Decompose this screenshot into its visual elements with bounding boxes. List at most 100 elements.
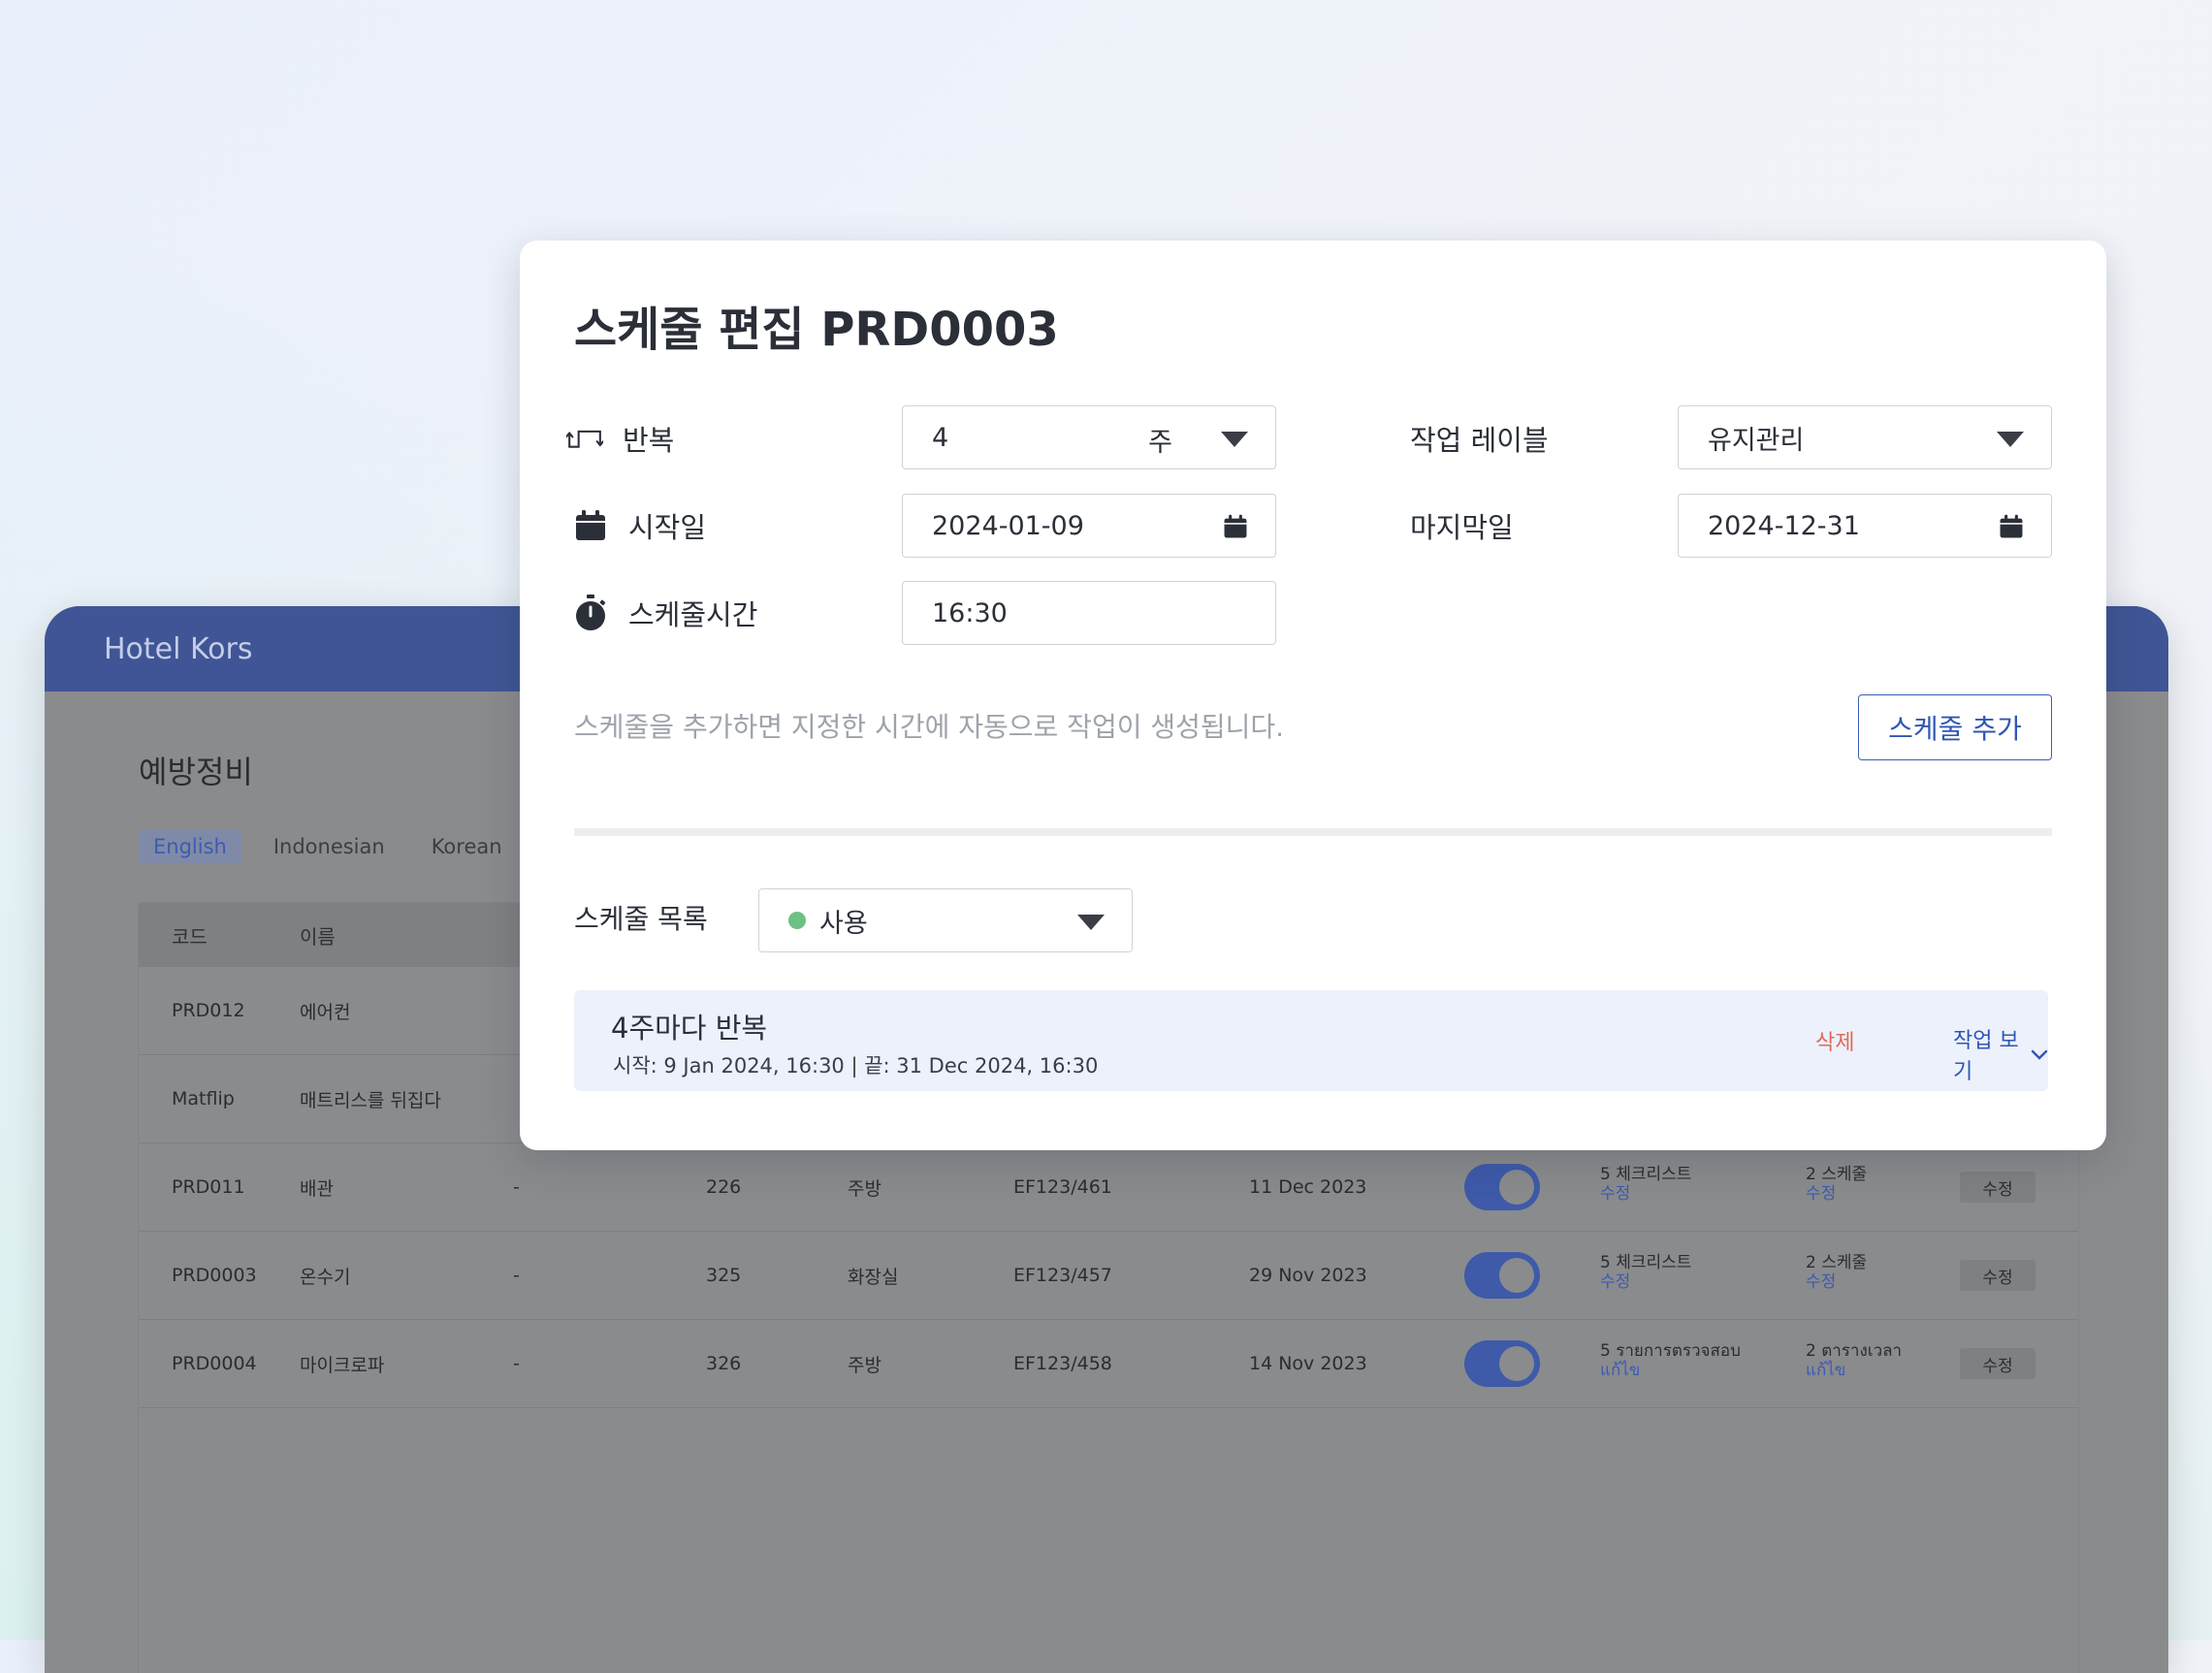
- repeat-select[interactable]: 4 주: [902, 405, 1276, 469]
- row-number: 325: [706, 1265, 742, 1286]
- end-date-label: 마지막일: [1410, 505, 1514, 546]
- tab-english[interactable]: English: [139, 829, 241, 864]
- job-label-select[interactable]: 유지관리: [1678, 405, 2052, 469]
- job-label-label: 작업 레이블: [1410, 418, 1549, 459]
- modal-title: 스케줄 편집 PRD0003: [574, 303, 1059, 357]
- checklist-edit-link[interactable]: 수정: [1600, 1272, 1691, 1292]
- caret-down-icon: [1221, 432, 1248, 447]
- row-ref: EF123/461: [1013, 1176, 1112, 1198]
- row-code: PRD011: [172, 1176, 245, 1198]
- tab-indonesian[interactable]: Indonesian: [259, 829, 400, 864]
- active-toggle[interactable]: [1464, 1340, 1540, 1387]
- calendar-icon[interactable]: [1999, 514, 2024, 546]
- row-name: 온수기: [300, 1266, 351, 1288]
- active-toggle[interactable]: [1464, 1164, 1540, 1210]
- edit-button[interactable]: 수정: [1960, 1260, 2036, 1291]
- add-schedule-button[interactable]: 스케줄 추가: [1858, 694, 2052, 760]
- row-dash: -: [513, 1353, 520, 1374]
- active-toggle[interactable]: [1464, 1252, 1540, 1299]
- divider: [574, 828, 2052, 836]
- row-date: 29 Nov 2023: [1249, 1265, 1367, 1286]
- row-name: 마이크로파: [300, 1354, 385, 1376]
- row-name: 배관: [300, 1177, 334, 1200]
- schedule-cell: 2 ตารางเวลา แก้ไข: [1806, 1341, 1902, 1380]
- checklist-cell: 5 รายการตรวจสอบ แก้ไข: [1600, 1341, 1741, 1380]
- row-number: 226: [706, 1176, 742, 1198]
- schedule-edit-link[interactable]: แก้ไข: [1806, 1361, 1902, 1380]
- row-dash: -: [513, 1265, 520, 1286]
- table-row[interactable]: PRD0004 마이크로파 - 326 주방 EF123/458 14 Nov …: [139, 1320, 2078, 1408]
- start-date-input[interactable]: 2024-01-09: [902, 494, 1276, 558]
- row-number: 326: [706, 1353, 742, 1374]
- page-title: 예방정비: [139, 754, 253, 790]
- repeat-unit: 주: [1148, 428, 1172, 458]
- schedule-cell: 2 스케줄 수정: [1806, 1253, 1867, 1292]
- row-code: Matflip: [172, 1088, 235, 1110]
- row-date: 14 Nov 2023: [1249, 1353, 1367, 1374]
- repeat-label: 반복: [566, 418, 674, 459]
- schedule-time-value: 16:30: [932, 597, 1008, 628]
- tab-korean[interactable]: Korean: [417, 829, 517, 864]
- end-date-input[interactable]: 2024-12-31: [1678, 494, 2052, 558]
- edit-button[interactable]: 수정: [1960, 1348, 2036, 1379]
- start-date-label-text: 시작일: [628, 511, 707, 544]
- edit-schedule-modal: 스케줄 편집 PRD0003 반복 4 주 작업 레이블 유지관리 시작일 20…: [520, 241, 2106, 1150]
- schedule-entry-range: 시작: 9 Jan 2024, 16:30 | 끝: 31 Dec 2024, …: [613, 1054, 1099, 1078]
- view-jobs-link[interactable]: 작업 보기: [1953, 1023, 2048, 1085]
- row-code: PRD012: [172, 1000, 245, 1021]
- row-date: 11 Dec 2023: [1249, 1176, 1367, 1198]
- checklist-edit-link[interactable]: 수정: [1600, 1184, 1691, 1204]
- schedule-count: 2 ตารางเวลา: [1806, 1341, 1903, 1361]
- calendar-icon: [572, 507, 609, 544]
- row-ref: EF123/458: [1013, 1353, 1112, 1374]
- schedule-entry-title: 4주마다 반복: [611, 1012, 768, 1045]
- checklist-cell: 5 체크리스트 수정: [1600, 1253, 1691, 1292]
- schedule-edit-link[interactable]: 수정: [1806, 1184, 1867, 1204]
- header-name: 이름: [300, 924, 336, 949]
- hint-text: 스케줄을 추가하면 지정한 시간에 자동으로 작업이 생성됩니다.: [574, 711, 1285, 743]
- view-jobs-label: 작업 보기: [1953, 1029, 2019, 1084]
- row-dash: -: [513, 1176, 520, 1198]
- row-name: 에어컨: [300, 1001, 351, 1023]
- row-code: PRD0003: [172, 1265, 257, 1286]
- checklist-edit-link[interactable]: แก้ไข: [1600, 1361, 1741, 1380]
- row-code: PRD0004: [172, 1353, 257, 1374]
- status-filter-value: 사용: [819, 908, 868, 939]
- schedule-time-input[interactable]: 16:30: [902, 581, 1276, 645]
- checklist-cell: 5 체크리스트 수정: [1600, 1165, 1691, 1204]
- row-name: 매트리스를 뒤집다: [300, 1089, 441, 1111]
- schedule-list-label: 스케줄 목록: [574, 903, 708, 935]
- start-date-label: 시작일: [572, 505, 706, 546]
- status-filter-select[interactable]: 사용: [758, 888, 1133, 952]
- schedule-count: 2 스케줄: [1806, 1165, 1868, 1184]
- row-location: 주방: [848, 1177, 882, 1200]
- edit-button[interactable]: 수정: [1960, 1172, 2036, 1203]
- caret-down-icon: [1997, 432, 2024, 447]
- checklist-count: 5 체크리스트: [1600, 1253, 1692, 1272]
- job-label-value: 유지관리: [1708, 425, 1805, 456]
- header-code: 코드: [172, 924, 208, 949]
- checklist-count: 5 체크리스트: [1600, 1165, 1692, 1184]
- schedule-cell: 2 스케줄 수정: [1806, 1165, 1867, 1204]
- repeat-value: 4: [932, 422, 949, 453]
- language-tabs: English Indonesian Korean: [139, 829, 534, 864]
- repeat-label-text: 반복: [623, 424, 675, 457]
- end-date-value: 2024-12-31: [1708, 510, 1860, 541]
- checklist-count: 5 รายการตรวจสอบ: [1600, 1341, 1741, 1361]
- calendar-icon[interactable]: [1223, 514, 1248, 546]
- schedule-time-label-text: 스케줄시간: [628, 598, 758, 631]
- repeat-icon: [566, 420, 603, 457]
- delete-schedule-link[interactable]: 삭제: [1815, 1025, 1854, 1056]
- table-row[interactable]: PRD0003 온수기 - 325 화장실 EF123/457 29 Nov 2…: [139, 1232, 2078, 1320]
- row-ref: EF123/457: [1013, 1265, 1112, 1286]
- job-label-text: 작업 레이블: [1410, 424, 1549, 457]
- stopwatch-icon: [572, 595, 609, 631]
- schedule-time-label: 스케줄시간: [572, 593, 757, 633]
- row-location: 화장실: [848, 1266, 899, 1288]
- active-status-dot: [788, 912, 806, 929]
- chevron-down-icon: [2031, 1043, 2048, 1067]
- schedule-edit-link[interactable]: 수정: [1806, 1272, 1867, 1292]
- row-location: 주방: [848, 1354, 882, 1376]
- schedule-entry: 4주마다 반복 시작: 9 Jan 2024, 16:30 | 끝: 31 De…: [574, 990, 2048, 1091]
- table-row[interactable]: PRD011 배관 - 226 주방 EF123/461 11 Dec 2023…: [139, 1143, 2078, 1232]
